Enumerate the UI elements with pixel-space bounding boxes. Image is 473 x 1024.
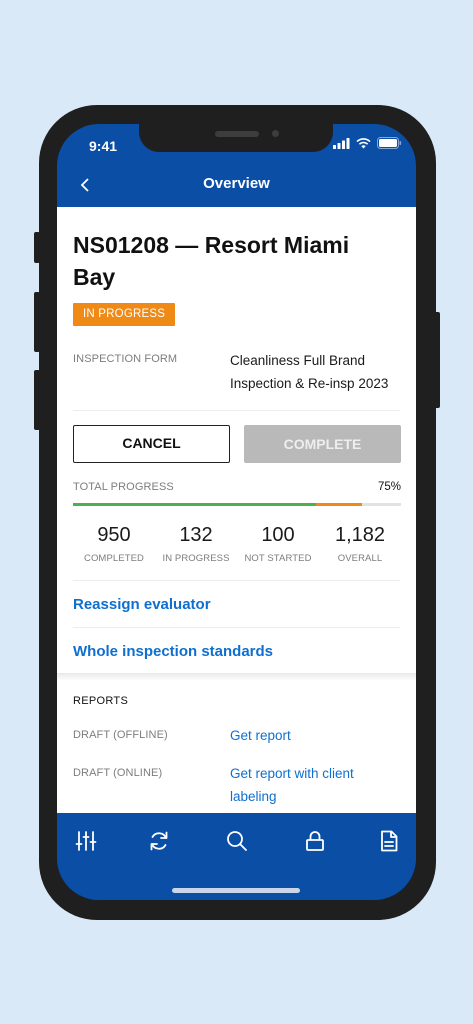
phone-volume-up [34,292,40,352]
phone-silent-switch [34,232,40,263]
progress-bar-completed [73,503,316,506]
speaker [215,131,259,137]
status-badge: IN PROGRESS [73,303,176,326]
front-camera [272,130,279,137]
reports-heading: REPORTS [73,695,129,707]
get-report-link[interactable]: Get report [230,724,400,747]
search-icon[interactable] [225,829,249,853]
wifi-icon [356,137,371,148]
stat-not-started: 100 NOT STARTED [237,523,319,564]
reassign-evaluator-link[interactable]: Reassign evaluator [73,596,211,613]
page-title: NS01208 — Resort Miami Bay [73,232,350,290]
sliders-icon[interactable] [74,829,98,853]
document-icon[interactable] [377,829,401,853]
stat-overall: 1,182 OVERALL [319,523,401,564]
stat-in-progress: 132 IN PROGRESS [155,523,237,564]
status-time: 9:41 [89,138,118,154]
inspection-standards-link[interactable]: Whole inspection standards [73,643,273,660]
nav-title: Overview [203,175,270,192]
get-report-client-labeling-link[interactable]: Get report with client labeling [230,762,400,808]
stat-label: NOT STARTED [244,553,312,564]
stat-value: 132 [179,524,213,546]
inspection-form-label: INSPECTION FORM [73,353,178,365]
report-row-label: DRAFT (OFFLINE) [73,729,168,741]
progress-bar-in-progress [316,503,362,506]
notch [139,124,333,152]
home-indicator [172,888,300,893]
progress-percent: 75% [377,481,401,493]
divider [73,410,400,411]
sync-icon[interactable] [147,829,171,853]
stat-label: IN PROGRESS [162,553,230,564]
progress-bar [73,503,401,506]
tab-bar [57,813,416,900]
stats-row: 950 COMPLETED 132 IN PROGRESS 100 NOT ST… [73,523,401,573]
divider [73,580,400,581]
cellular-signal-icon [333,137,350,149]
inspection-form-value: Cleanliness Full Brand Inspection & Re-i… [230,353,389,391]
phone-power-button [434,312,440,408]
stat-value: 1,182 [334,524,386,546]
progress-label: TOTAL PROGRESS [73,481,174,493]
stat-label: OVERALL [337,553,383,564]
complete-button[interactable]: COMPLETE [244,425,401,463]
status-icons [333,137,402,149]
stat-label: COMPLETED [83,553,145,564]
nav-bar: Overview [57,162,416,207]
stat-value: 100 [261,524,295,546]
content-area: NS01208 — Resort Miami Bay IN PROGRESS I… [57,207,416,813]
section-separator [57,673,416,681]
battery-icon [377,137,402,149]
phone-volume-down [34,370,40,430]
report-row-label: DRAFT (ONLINE) [73,767,163,779]
divider [73,627,400,628]
cancel-button[interactable]: CANCEL [73,425,230,463]
stat-completed: 950 COMPLETED [73,523,155,564]
stat-value: 950 [97,524,131,546]
app-screen: 9:41 Overview NS01208 — Resort Miami Bay… [57,124,416,900]
lock-icon[interactable] [303,829,327,853]
